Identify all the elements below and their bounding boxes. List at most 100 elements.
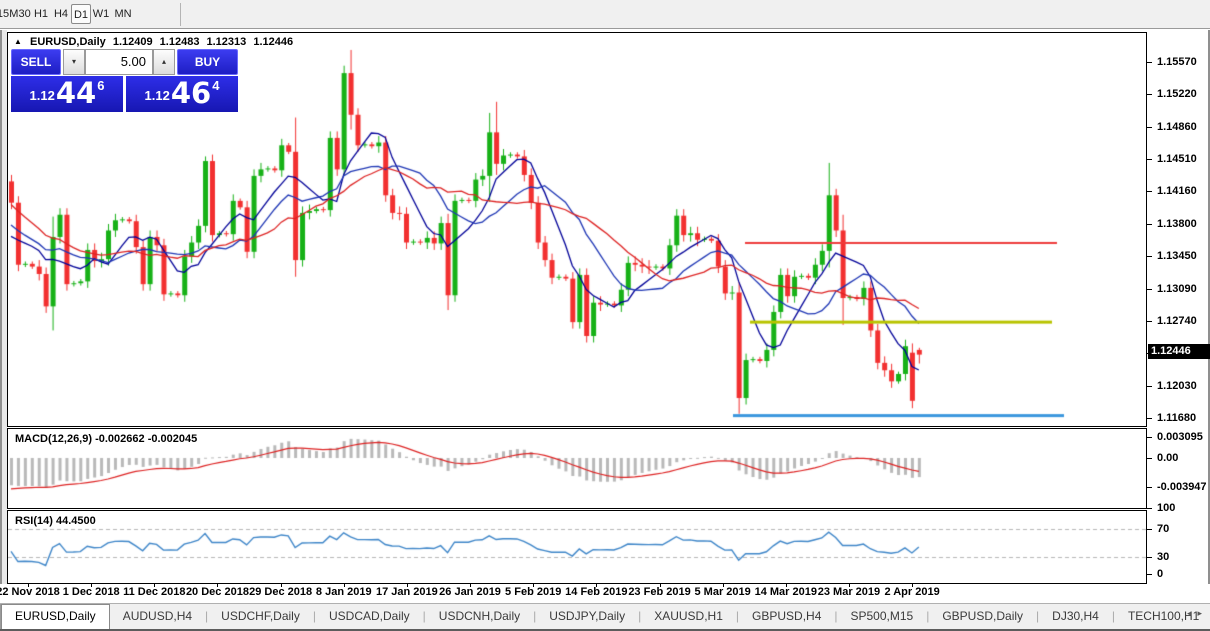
macd-name: MACD(12,26,9)	[15, 433, 92, 445]
macd-tick-mark	[1147, 437, 1152, 438]
chart-tab-usdcad-daily[interactable]: USDCAD,Daily	[316, 604, 423, 629]
price-tick-mark	[1147, 321, 1152, 322]
price-tick-label: 1.14860	[1157, 121, 1197, 133]
volume-decrease-button[interactable]: ▾	[63, 49, 85, 75]
date-tick-label: 23 Mar 2019	[818, 586, 880, 598]
period-button-m30[interactable]: M30	[8, 4, 32, 24]
date-tick-label: 17 Jan 2019	[376, 586, 438, 598]
macd-label: MACD(12,26,9) -0.002662 -0.002045	[15, 433, 197, 445]
price-tick-label: 1.12030	[1157, 380, 1197, 392]
date-tick-mark	[660, 583, 661, 587]
date-tick-mark	[786, 583, 787, 587]
chart-tab-audusd-h4[interactable]: AUDUSD,H4	[110, 604, 205, 629]
date-tick-mark	[596, 583, 597, 587]
rsi-tick-mark	[1147, 529, 1152, 530]
tab-scroll-right-icon[interactable]: ▸	[1197, 608, 1208, 618]
chart-tab-sp500-m15[interactable]: SP500,M15	[838, 604, 927, 629]
price-tick-label: 1.13090	[1157, 283, 1197, 295]
date-axis[interactable]: 22 Nov 20181 Dec 201811 Dec 201820 Dec 2…	[0, 584, 1210, 603]
date-tick-mark	[217, 583, 218, 587]
date-tick-label: 5 Feb 2019	[505, 586, 561, 598]
buy-price-big: 46	[171, 76, 211, 110]
chart-tab-eurusd-daily[interactable]: EURUSD,Daily	[1, 604, 110, 629]
chart-tab-gbpusd-h4[interactable]: GBPUSD,H4	[739, 604, 834, 629]
sell-price-big: 44	[56, 76, 96, 110]
sell-price-prefix: 1.12	[30, 88, 55, 103]
rsi-axis-label: 0	[1157, 568, 1163, 580]
buy-price-prefix: 1.12	[145, 88, 170, 103]
tab-scroll-left-icon[interactable]: ◂	[1187, 608, 1198, 618]
tab-scroll-arrows[interactable]: ◂▸	[1187, 608, 1208, 619]
chart-tab-gbpusd-daily[interactable]: GBPUSD,Daily	[929, 604, 1036, 629]
date-tick-mark	[154, 583, 155, 587]
date-tick-mark	[912, 583, 913, 587]
date-tick-mark	[849, 583, 850, 587]
rsi-axis-label: 70	[1157, 523, 1169, 535]
macd-values: -0.002662 -0.002045	[95, 433, 197, 445]
volume-input[interactable]: 5.00	[85, 49, 153, 75]
volume-increase-button[interactable]: ▴	[153, 49, 175, 75]
rsi-indicator-pane[interactable]: RSI(14) 44.4500	[7, 510, 1147, 584]
price-tick-label: 1.15570	[1157, 56, 1197, 68]
period-button-mn[interactable]: MN	[112, 4, 134, 24]
date-tick-label: 2 Apr 2019	[884, 586, 939, 598]
macd-tick-mark	[1147, 487, 1152, 488]
periods-toolbar: 15M30H1H4D1W1MN	[0, 0, 1210, 29]
rsi-canvas[interactable]	[8, 511, 1146, 583]
sell-price-quote[interactable]: 1.12 44 6	[11, 76, 123, 112]
price-tick-label: 1.11680	[1157, 412, 1196, 424]
rsi-name: RSI(14)	[15, 515, 53, 527]
period-button-d1[interactable]: D1	[71, 4, 91, 24]
price-tick-mark	[1147, 127, 1152, 128]
rsi-tick-mark	[1147, 574, 1152, 575]
date-tick-label: 14 Feb 2019	[565, 586, 627, 598]
price-chart-pane[interactable]: ▲ EURUSD,Daily 1.12409 1.12483 1.12313 1…	[7, 32, 1147, 427]
current-price-tag: 1.12446	[1148, 344, 1210, 359]
macd-axis-label: 0.00	[1157, 452, 1178, 464]
macd-tick-mark	[1147, 458, 1152, 459]
sell-button[interactable]: SELL	[11, 49, 61, 75]
chart-tab-usdjpy-daily[interactable]: USDJPY,Daily	[536, 604, 638, 629]
chart-tab-bar: EURUSD,DailyAUDUSD,H4|USDCHF,Daily|USDCA…	[0, 603, 1210, 629]
date-tick-label: 8 Jan 2019	[316, 586, 372, 598]
rsi-value: 44.4500	[56, 515, 96, 527]
price-tick-label: 1.14510	[1157, 153, 1197, 165]
toolbar-separator	[180, 3, 181, 26]
date-tick-label: 26 Jan 2019	[439, 586, 501, 598]
rsi-axis-label: 100	[1157, 502, 1175, 514]
macd-indicator-pane[interactable]: MACD(12,26,9) -0.002662 -0.002045	[7, 428, 1147, 509]
trade-panel-toggle-icon[interactable]: ▲	[14, 37, 22, 46]
rsi-tick-mark	[1147, 508, 1152, 509]
date-tick-label: 23 Feb 2019	[628, 586, 690, 598]
chart-title: ▲ EURUSD,Daily 1.12409 1.12483 1.12313 1…	[14, 36, 297, 48]
period-button-w1[interactable]: W1	[92, 4, 110, 24]
date-tick-mark	[281, 583, 282, 587]
rsi-tick-mark	[1147, 557, 1152, 558]
date-tick-mark	[533, 583, 534, 587]
price-tick-mark	[1147, 94, 1152, 95]
ohlc-high: 1.12483	[160, 36, 200, 48]
date-tick-mark	[91, 583, 92, 587]
price-tick-mark	[1147, 224, 1152, 225]
price-tick-mark	[1147, 191, 1152, 192]
date-tick-label: 22 Nov 2018	[0, 586, 60, 598]
chart-tab-usdcnh-daily[interactable]: USDCNH,Daily	[426, 604, 533, 629]
price-tick-label: 1.12740	[1157, 315, 1197, 327]
price-tick-mark	[1147, 418, 1152, 419]
chart-tab-xauusd-h1[interactable]: XAUUSD,H1	[641, 604, 736, 629]
price-axis[interactable]: 1.155701.152201.148601.145101.141601.138…	[1148, 30, 1208, 605]
date-tick-mark	[407, 583, 408, 587]
date-tick-label: 20 Dec 2018	[186, 586, 249, 598]
chart-tab-dj30-h4[interactable]: DJ30,H4	[1039, 604, 1112, 629]
buy-button[interactable]: BUY	[177, 49, 238, 75]
buy-price-quote[interactable]: 1.12 46 4	[126, 76, 238, 112]
macd-axis-label: -0.003947	[1157, 481, 1207, 493]
date-tick-label: 29 Dec 2018	[249, 586, 312, 598]
terminal-window: 15M30H1H4D1W1MN ▲ EURUSD,Daily 1.12409 1…	[0, 0, 1210, 631]
price-tick-label: 1.14160	[1157, 185, 1197, 197]
chart-tab-usdchf-daily[interactable]: USDCHF,Daily	[208, 604, 313, 629]
chart-symbol-label: EURUSD,Daily	[30, 36, 106, 48]
period-button-h1[interactable]: H1	[32, 4, 50, 24]
window-left-edge	[0, 30, 7, 631]
period-button-h4[interactable]: H4	[52, 4, 70, 24]
